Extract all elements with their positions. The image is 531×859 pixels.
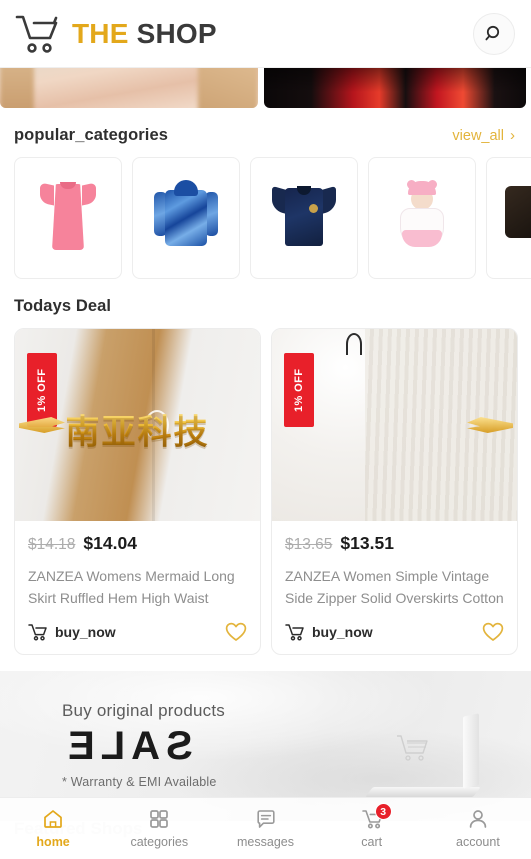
old-price: $13.65 bbox=[285, 536, 333, 553]
category-card-jersey[interactable] bbox=[250, 157, 358, 279]
pink-dress-image bbox=[33, 172, 103, 264]
view-all-label: view_all bbox=[452, 127, 504, 144]
wishlist-button[interactable] bbox=[225, 622, 247, 642]
view-all-categories-link[interactable]: view_all › bbox=[452, 128, 515, 144]
bottom-navigation-bar: home categories messages 3 cart account bbox=[0, 797, 531, 859]
grid-icon bbox=[148, 808, 170, 830]
mini-cart-icon bbox=[395, 733, 435, 767]
deal-card-footer: buy_now bbox=[285, 622, 504, 642]
user-icon bbox=[467, 808, 489, 830]
deal-product-image[interactable]: 1% OFF 南亚科技 bbox=[15, 329, 260, 521]
deal-card[interactable]: 1% OFF 南亚科技 $14.18 $14.04 ZANZEA Womens … bbox=[14, 328, 261, 655]
nav-label-categories: categories bbox=[130, 835, 189, 849]
product-title[interactable]: ZANZEA Womens Mermaid Long Skirt Ruffled… bbox=[28, 566, 247, 610]
deal-card-footer: buy_now bbox=[28, 622, 247, 642]
brand-logo[interactable]: THE SHOP bbox=[14, 12, 217, 56]
sale-banner-text: Buy original products SALE * Warranty & … bbox=[62, 701, 225, 789]
app-root: THE SHOP popular_categories view_all › T… bbox=[0, 0, 531, 859]
category-card-pink-dress[interactable] bbox=[14, 157, 122, 279]
watermark-wing-right-icon bbox=[467, 417, 513, 433]
cart-icon bbox=[28, 623, 47, 641]
nav-item-account[interactable]: account bbox=[425, 808, 531, 849]
deal-card-body: $13.65 $13.51 ZANZEA Women Simple Vintag… bbox=[272, 521, 517, 654]
category-list[interactable] bbox=[0, 157, 531, 279]
banner-slide-red-dark[interactable] bbox=[264, 68, 526, 108]
home-icon bbox=[42, 808, 64, 830]
page-title: THE SHOP bbox=[72, 17, 217, 49]
app-header: THE SHOP bbox=[0, 0, 531, 68]
discount-badge: 1% OFF bbox=[284, 353, 314, 427]
search-button[interactable] bbox=[473, 12, 515, 55]
banner-carousel[interactable] bbox=[0, 68, 531, 108]
buy-now-button[interactable]: buy_now bbox=[285, 623, 373, 641]
wishlist-button[interactable] bbox=[482, 622, 504, 642]
popular-categories-title: popular_categories bbox=[14, 126, 169, 144]
heart-icon bbox=[482, 622, 504, 642]
nav-item-categories[interactable]: categories bbox=[106, 808, 212, 849]
banner-slide-model[interactable] bbox=[0, 68, 258, 108]
dark-item-image bbox=[505, 172, 531, 264]
popular-categories-header: popular_categories view_all › bbox=[0, 108, 531, 157]
buy-now-label: buy_now bbox=[55, 624, 116, 640]
nav-item-home[interactable]: home bbox=[0, 808, 106, 849]
product-title[interactable]: ZANZEA Women Simple Vintage Side Zipper … bbox=[285, 566, 504, 610]
nav-label-account: account bbox=[456, 835, 500, 849]
sale-banner-word: SALE bbox=[62, 724, 193, 768]
blue-tie-dye-hoodie-image bbox=[151, 172, 221, 264]
watermark-wing-left-icon bbox=[19, 417, 65, 433]
buy-now-label: buy_now bbox=[312, 624, 373, 640]
heart-icon bbox=[225, 622, 247, 642]
chevron-right-icon: › bbox=[510, 127, 515, 144]
current-price: $13.51 bbox=[340, 533, 394, 553]
nav-label-messages: messages bbox=[237, 835, 294, 849]
brand-shop: SHOP bbox=[136, 17, 217, 49]
todays-deal-header: Todays Deal bbox=[0, 279, 531, 328]
price-line: $14.18 $14.04 bbox=[28, 533, 247, 554]
brand-the: THE bbox=[72, 17, 129, 49]
todays-deal-title: Todays Deal bbox=[14, 297, 112, 315]
category-card-baby-doll[interactable] bbox=[368, 157, 476, 279]
old-price: $14.18 bbox=[28, 536, 76, 553]
sale-banner-line2: * Warranty & EMI Available bbox=[62, 775, 217, 789]
cart-badge: 3 bbox=[374, 803, 392, 820]
price-line: $13.65 $13.51 bbox=[285, 533, 504, 554]
sale-banner-line1: Buy original products bbox=[62, 701, 225, 720]
nav-item-cart[interactable]: 3 cart bbox=[319, 803, 425, 849]
laptop-with-cart-icon bbox=[365, 713, 489, 799]
current-price: $14.04 bbox=[83, 533, 137, 553]
nav-label-cart: cart bbox=[361, 835, 383, 849]
deal-list: 1% OFF 南亚科技 $14.18 $14.04 ZANZEA Womens … bbox=[0, 328, 531, 655]
deal-card-body: $14.18 $14.04 ZANZEA Womens Mermaid Long… bbox=[15, 521, 260, 654]
chat-bubble-icon bbox=[255, 808, 277, 830]
discount-badge: 1% OFF bbox=[27, 353, 57, 427]
baby-doll-image bbox=[387, 172, 457, 264]
search-icon bbox=[484, 24, 504, 44]
nav-item-messages[interactable]: messages bbox=[212, 808, 318, 849]
shopping-cart-icon bbox=[14, 12, 60, 56]
buy-now-button[interactable]: buy_now bbox=[28, 623, 116, 641]
navy-soccer-jersey-image bbox=[269, 172, 339, 264]
deal-product-image[interactable]: 1% OFF bbox=[272, 329, 517, 521]
category-card-dark-item[interactable] bbox=[486, 157, 531, 279]
category-card-hoodie[interactable] bbox=[132, 157, 240, 279]
cart-icon bbox=[285, 623, 304, 641]
deal-card[interactable]: 1% OFF $13.65 $13.51 ZANZEA Women Simple… bbox=[271, 328, 518, 655]
nav-label-home: home bbox=[36, 835, 70, 849]
